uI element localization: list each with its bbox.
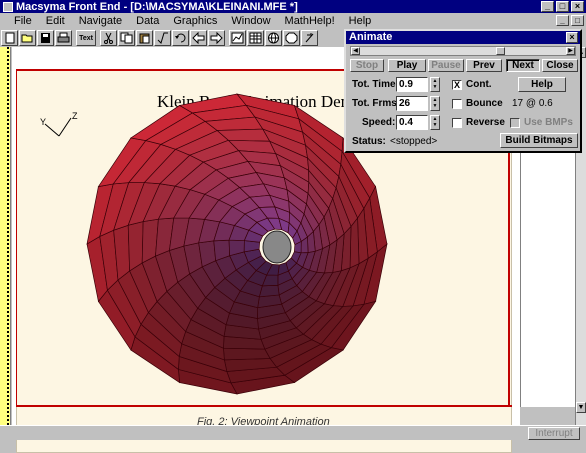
animate-dialog: Animate × ◀ ▶ Stop Play Pause Prev Next … (344, 29, 582, 153)
stop-icon[interactable] (283, 30, 300, 46)
doc-restore-button[interactable]: □ (571, 15, 584, 26)
menu-data[interactable]: Data (129, 13, 166, 29)
forward-arrow-icon[interactable] (208, 30, 225, 46)
frame-readout: 17 @ 0.6 (512, 98, 553, 109)
left-ruler (0, 47, 11, 440)
tot-frms-spin[interactable]: ▲ ▼ (430, 96, 440, 111)
pause-button[interactable]: Pause (428, 59, 464, 72)
app-icon[interactable] (3, 1, 13, 12)
cont-checkbox[interactable]: X (452, 80, 462, 90)
bounce-label: Bounce (466, 98, 503, 109)
frame-left-line (16, 69, 17, 407)
close-dialog-button[interactable]: Close (542, 59, 578, 72)
text-button[interactable]: Text (76, 30, 96, 46)
slider-right-icon[interactable]: ▶ (566, 47, 575, 55)
axis-triad: Y Z (40, 111, 78, 137)
save-icon[interactable] (37, 30, 54, 46)
sheet-icon[interactable] (247, 30, 264, 46)
speed-spin[interactable]: ▲ ▼ (430, 115, 440, 130)
status-label: Status: (352, 136, 386, 147)
use-bmps-label: Use BMPs (524, 117, 573, 128)
cut-icon[interactable] (100, 30, 117, 46)
math-icon[interactable] (154, 30, 171, 46)
maximize-button[interactable]: □ (556, 1, 569, 12)
status-bar: Interrupt (0, 425, 586, 440)
graph-icon[interactable] (229, 30, 246, 46)
frame-slider[interactable]: ◀ ▶ (350, 46, 576, 56)
undo-icon[interactable] (172, 30, 189, 46)
mesh-throat (262, 230, 292, 264)
mesh-facet (349, 217, 360, 269)
reverse-label: Reverse (466, 117, 505, 128)
cont-label: Cont. (466, 79, 492, 90)
mesh-facet (127, 221, 144, 272)
interrupt-button[interactable]: Interrupt (528, 427, 580, 440)
text-button-label: Text (79, 35, 93, 42)
build-bitmaps-button[interactable]: Build Bitmaps (500, 133, 578, 148)
open-icon[interactable] (19, 30, 36, 46)
axis-y-label: Y (40, 117, 46, 127)
new-icon[interactable] (1, 30, 18, 46)
minimize-button[interactable]: _ (541, 1, 554, 12)
menu-file[interactable]: File (0, 13, 39, 29)
close-button[interactable]: × (571, 1, 584, 12)
menu-edit[interactable]: Edit (39, 13, 72, 29)
status-value: <stopped> (390, 136, 438, 147)
tot-frms-input[interactable]: 26 (396, 96, 428, 111)
menu-mathhelp[interactable]: MathHelp! (278, 13, 342, 29)
play-button[interactable]: Play (388, 59, 426, 72)
prev-button[interactable]: Prev (466, 59, 502, 72)
help-icon[interactable] (301, 30, 318, 46)
menu-window[interactable]: Window (224, 13, 277, 29)
slider-left-icon[interactable]: ◀ (351, 47, 360, 55)
back-arrow-icon[interactable] (190, 30, 207, 46)
menu-navigate[interactable]: Navigate (72, 13, 129, 29)
menu-help[interactable]: Help (342, 13, 379, 29)
copy-icon[interactable] (118, 30, 135, 46)
print-icon[interactable] (55, 30, 72, 46)
globe-icon[interactable] (265, 30, 282, 46)
menu-graphics[interactable]: Graphics (166, 13, 224, 29)
menu-bar: File Edit Navigate Data Graphics Window … (0, 13, 586, 29)
window-title-bar[interactable]: Macsyma Front End - [D:\MACSYMA\KLEINANI… (0, 0, 586, 13)
bounce-checkbox[interactable] (452, 99, 462, 109)
help-button[interactable]: Help (518, 77, 566, 92)
animate-dialog-title[interactable]: Animate (346, 31, 580, 44)
window-title: Macsyma Front End - [D:\MACSYMA\KLEINANI… (16, 0, 298, 13)
doc-minimize-button[interactable]: _ (556, 15, 569, 26)
frame-bottom-line (16, 405, 512, 407)
mesh-facet (223, 347, 271, 361)
tot-frms-label: Tot. Frms: (352, 98, 401, 109)
tot-time-label: Tot. Time: (352, 79, 399, 90)
speed-label: Speed: (362, 117, 396, 128)
stop-button[interactable]: Stop (350, 59, 384, 72)
scroll-down-icon[interactable]: ▼ (576, 402, 586, 413)
paste-icon[interactable] (136, 30, 153, 46)
axis-z-label: Z (72, 111, 78, 121)
use-bmps-checkbox (510, 118, 520, 128)
slider-thumb[interactable] (496, 47, 505, 55)
tot-time-input[interactable]: 0.9 (396, 77, 428, 92)
speed-input[interactable]: 0.4 (396, 115, 428, 130)
dialog-close-icon[interactable]: × (566, 32, 578, 43)
reverse-checkbox[interactable] (452, 118, 462, 128)
tot-time-spin[interactable]: ▲ ▼ (430, 77, 440, 92)
next-button[interactable]: Next (506, 59, 540, 72)
